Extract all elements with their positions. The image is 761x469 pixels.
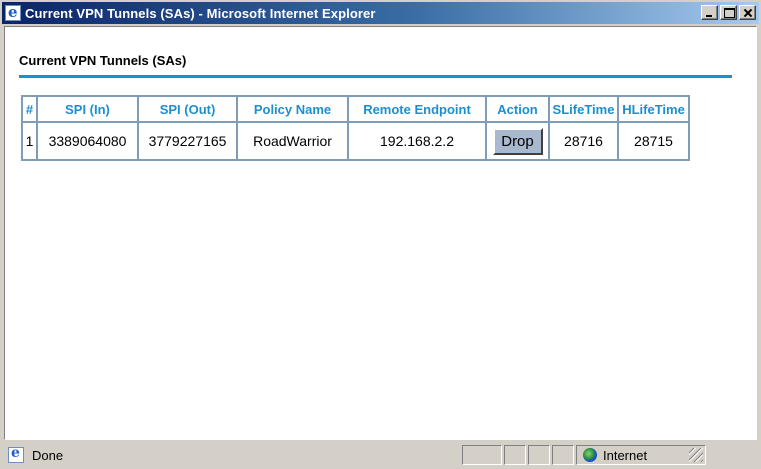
cell-index: 1 [22,122,37,160]
status-cell-lock [504,445,526,465]
internet-explorer-icon[interactable] [5,3,21,21]
maximize-icon [721,6,736,19]
column-header-hlifetime: HLifeTime [618,96,689,122]
zone-label: Internet [603,447,648,463]
cell-hlifetime: 28715 [618,122,689,160]
table-row: 1 3389064080 3779227165 RoadWarrior 192.… [22,122,689,160]
status-cell-privacy [552,445,574,465]
column-header-policy-name: Policy Name [237,96,348,122]
title-bar[interactable]: Current VPN Tunnels (SAs) - Microsoft In… [2,2,759,24]
browser-window: Current VPN Tunnels (SAs) - Microsoft In… [0,0,761,469]
heading-divider [19,75,732,78]
maximize-button[interactable] [720,5,737,20]
column-header-index: # [22,96,37,122]
vpn-tunnels-table: # SPI (In) SPI (Out) Policy Name Remote … [21,95,690,161]
cell-slifetime: 28716 [549,122,618,160]
drop-button[interactable]: Drop [492,127,543,155]
column-header-action: Action [486,96,549,122]
status-cell-progress [462,445,502,465]
status-message-area: Done [2,444,462,466]
close-button[interactable] [739,5,756,20]
column-header-slifetime: SLifeTime [549,96,618,122]
cell-remote-endpoint: 192.168.2.2 [348,122,486,160]
column-header-spi-in: SPI (In) [37,96,138,122]
cell-policy-name: RoadWarrior [237,122,348,160]
status-cell-blocked [528,445,550,465]
window-title: Current VPN Tunnels (SAs) - Microsoft In… [25,5,376,21]
window-controls [701,5,756,20]
page-title: Current VPN Tunnels (SAs) [19,53,187,68]
column-header-spi-out: SPI (Out) [138,96,237,122]
cell-action: Drop [486,122,549,160]
page-status-icon [8,445,24,463]
status-bar: Done Internet [2,443,759,467]
globe-icon [583,448,597,462]
table-header-row: # SPI (In) SPI (Out) Policy Name Remote … [22,96,689,122]
column-header-remote-endpoint: Remote Endpoint [348,96,486,122]
minimize-button[interactable] [701,5,718,20]
resize-grip-icon[interactable] [689,448,703,462]
minimize-icon [702,6,717,19]
security-zone[interactable]: Internet [576,445,706,465]
cell-spi-out: 3779227165 [138,122,237,160]
status-text: Done [32,447,64,463]
cell-spi-in: 3389064080 [37,122,138,160]
page-content [4,26,757,440]
close-icon [740,6,755,19]
